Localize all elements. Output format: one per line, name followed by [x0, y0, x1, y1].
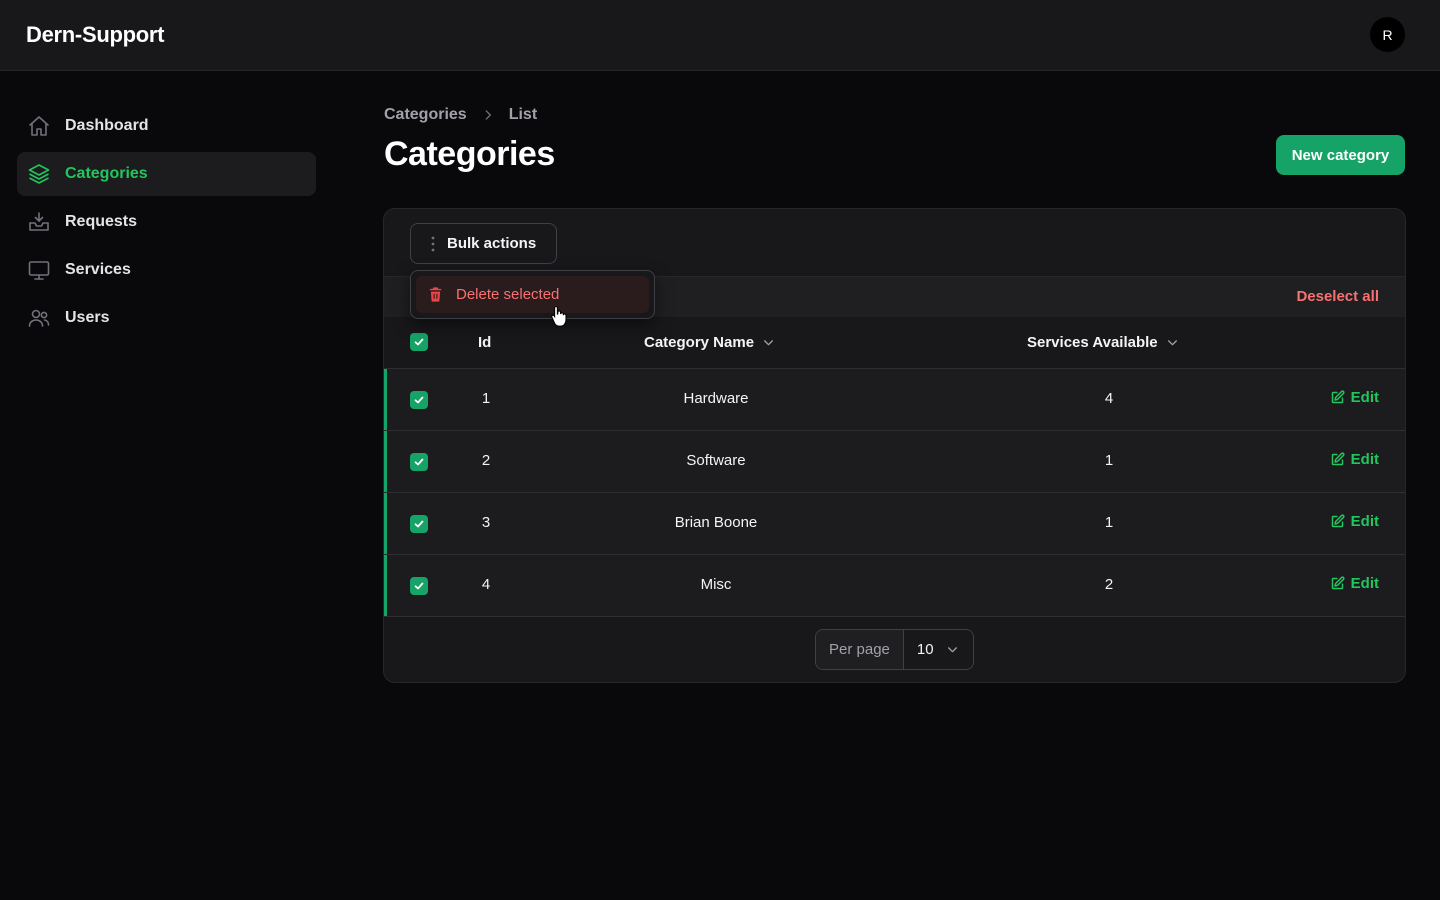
row-checkbox[interactable] [410, 391, 428, 409]
sidebar-item-label: Services [65, 261, 131, 278]
edit-icon [1331, 452, 1345, 466]
edit-icon [1331, 514, 1345, 528]
sidebar-item-label: Requests [65, 213, 138, 230]
table-row[interactable]: 2 Software 1 Edit [384, 431, 1405, 493]
sidebar-item-label: Categories [65, 165, 148, 182]
selected-row-indicator [384, 369, 387, 430]
table-header: Id Category Name Services Available [384, 317, 1405, 369]
bulk-actions-label: Bulk actions [447, 235, 537, 252]
hand-cursor-icon [550, 305, 568, 332]
column-header-category-name[interactable]: Category Name [644, 334, 775, 351]
edit-link[interactable]: Edit [1330, 575, 1379, 592]
users-icon [27, 306, 51, 330]
edit-icon [1331, 576, 1345, 590]
row-checkbox[interactable] [410, 453, 428, 471]
edit-link[interactable]: Edit [1330, 513, 1379, 530]
cell-id: 2 [481, 452, 491, 469]
chevron-right-icon [481, 108, 495, 122]
bulk-actions-button[interactable]: Bulk actions [410, 223, 557, 264]
cell-id: 3 [481, 514, 491, 531]
sidebar-item-dashboard[interactable]: Dashboard [17, 104, 316, 148]
breadcrumb-list: List [508, 106, 538, 123]
chevron-down-icon [1166, 336, 1179, 349]
cell-category-name: Misc [700, 576, 732, 593]
sidebar-item-label: Users [65, 309, 110, 326]
top-bar: Dern-Support R [0, 0, 1440, 71]
chevron-down-icon [947, 647, 957, 653]
table-row[interactable]: 1 Hardware 4 Edit [384, 369, 1405, 431]
table-row[interactable]: 4 Misc 2 Edit [384, 555, 1405, 617]
cell-services-available: 2 [1104, 576, 1114, 593]
row-checkbox[interactable] [410, 577, 428, 595]
inbox-icon [27, 210, 51, 234]
brand-logo[interactable]: Dern-Support [26, 22, 164, 48]
row-checkbox[interactable] [410, 515, 428, 533]
new-category-button[interactable]: New category [1276, 135, 1405, 175]
cell-services-available: 4 [1104, 390, 1114, 407]
column-header-id: Id [478, 334, 492, 351]
layers-icon [27, 162, 51, 186]
table-row[interactable]: 3 Brian Boone 1 Edit [384, 493, 1405, 555]
home-icon [27, 114, 51, 138]
sidebar-item-categories[interactable]: Categories [17, 152, 316, 196]
sidebar-item-label: Dashboard [65, 117, 149, 134]
user-avatar[interactable]: R [1370, 17, 1405, 52]
column-header-services-available[interactable]: Services Available [1027, 334, 1179, 351]
sidebar: Dashboard Categories Requests Services U… [17, 104, 316, 344]
cell-services-available: 1 [1104, 514, 1114, 531]
bulk-actions-menu: Delete selected [410, 270, 655, 319]
deselect-all-link[interactable]: Deselect all [1296, 288, 1379, 305]
breadcrumb-categories[interactable]: Categories [384, 106, 467, 124]
page-title: Categories [384, 135, 555, 173]
cell-id: 4 [481, 576, 491, 593]
selected-row-indicator [384, 555, 387, 616]
cell-category-name: Hardware [683, 390, 749, 407]
per-page-control: Per page 10 [815, 629, 974, 670]
edit-icon [1331, 390, 1345, 404]
edit-link[interactable]: Edit [1330, 389, 1379, 406]
delete-selected-label: Delete selected [456, 286, 560, 303]
per-page-label: Per page [816, 630, 904, 669]
breadcrumb: Categories List [384, 106, 537, 124]
selected-row-indicator [384, 431, 387, 492]
selected-row-indicator [384, 493, 387, 554]
edit-link[interactable]: Edit [1330, 451, 1379, 468]
chevron-down-icon [762, 336, 775, 349]
sidebar-item-users[interactable]: Users [17, 296, 316, 340]
cell-id: 1 [481, 390, 491, 407]
cell-category-name: Brian Boone [674, 514, 758, 531]
cell-category-name: Software [686, 452, 746, 469]
per-page-select[interactable]: 10 [903, 630, 973, 669]
delete-selected-menu-item[interactable]: Delete selected [416, 276, 649, 313]
vertical-dots-icon [431, 236, 435, 252]
sidebar-item-services[interactable]: Services [17, 248, 316, 292]
trash-icon [429, 287, 442, 302]
per-page-value: 10 [916, 641, 934, 658]
sidebar-item-requests[interactable]: Requests [17, 200, 316, 244]
monitor-icon [27, 258, 51, 282]
select-all-checkbox[interactable] [410, 333, 428, 351]
cell-services-available: 1 [1104, 452, 1114, 469]
